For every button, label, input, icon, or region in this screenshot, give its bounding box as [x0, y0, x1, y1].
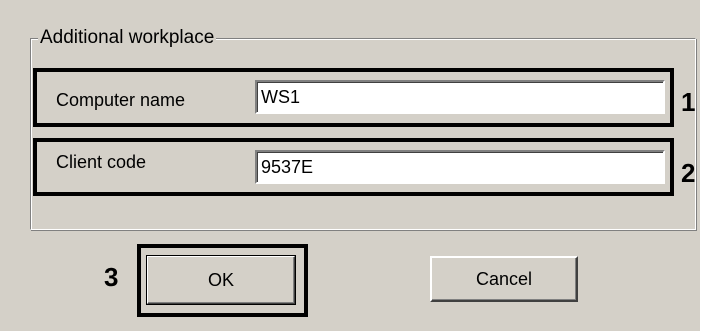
- client-code-input[interactable]: [255, 150, 665, 184]
- computer-name-input[interactable]: [255, 80, 665, 114]
- cancel-button[interactable]: Cancel: [430, 256, 578, 302]
- additional-workplace-groupbox: [30, 38, 696, 230]
- client-code-label: Client code: [56, 152, 147, 172]
- ok-button[interactable]: OK: [146, 255, 296, 305]
- computer-name-label: Computer name: [56, 90, 186, 110]
- annotation-number-1: 1: [681, 87, 696, 117]
- group-title: Additional workplace: [38, 26, 217, 50]
- annotation-number-2: 2: [681, 158, 696, 188]
- annotation-number-3: 3: [104, 262, 119, 292]
